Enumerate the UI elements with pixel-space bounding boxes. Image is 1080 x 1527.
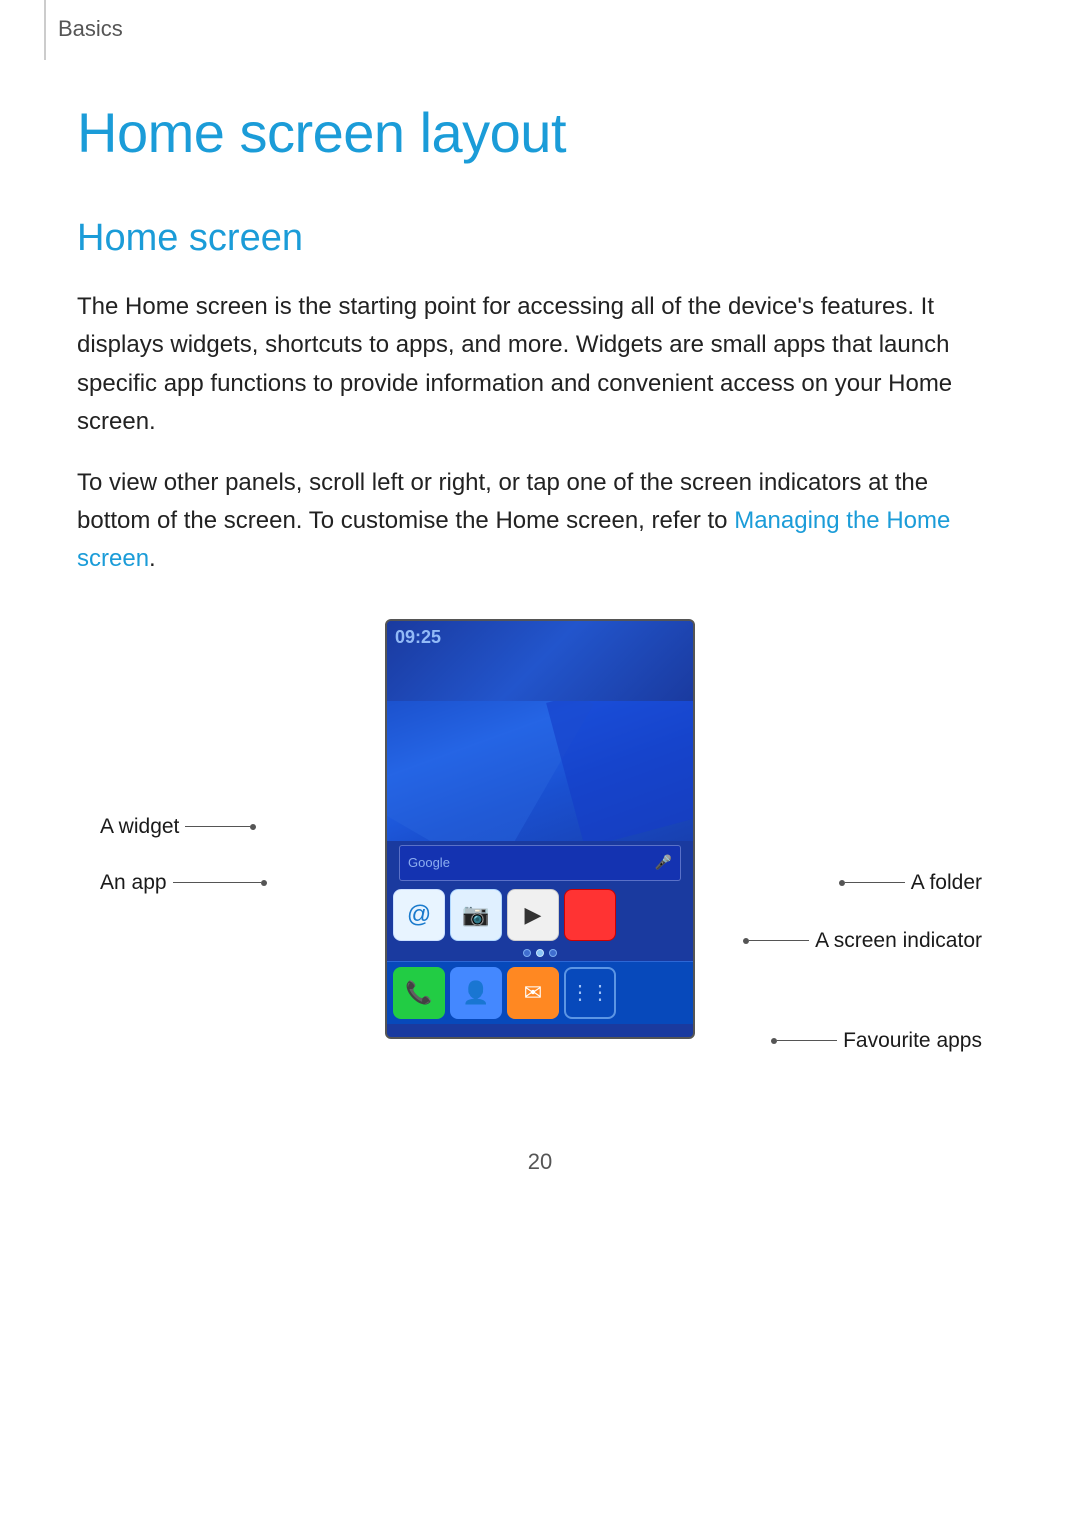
diagram-wrapper: 09:25 Google 🎤 @ — [90, 619, 990, 1089]
app-connector-line — [173, 882, 261, 883]
screen-dot — [549, 949, 557, 957]
page-border — [44, 0, 46, 60]
app-icon-email: @ — [393, 889, 445, 941]
widget-connector-line — [185, 826, 250, 827]
phone-time: 09:25 — [395, 627, 441, 648]
screen-dot-active — [536, 949, 544, 957]
phone-screen: 09:25 Google 🎤 @ — [385, 619, 695, 1039]
google-search-widget: Google 🎤 — [399, 845, 681, 881]
favourite-apps-dock: 📞 👤 ✉ ⋮⋮ — [387, 961, 693, 1024]
mic-icon: 🎤 — [655, 854, 672, 871]
breadcrumb: Basics — [58, 16, 123, 42]
label-app: An app — [100, 871, 267, 895]
screen-indicator-connector-line — [749, 940, 809, 941]
body-paragraph-1: The Home screen is the starting point fo… — [77, 288, 997, 442]
app-connector-dot — [261, 880, 267, 886]
google-text: Google — [408, 855, 450, 870]
diagram-container: 09:25 Google 🎤 @ — [77, 619, 1003, 1089]
label-folder-text: A folder — [911, 871, 982, 895]
fav-icon-contacts: 👤 — [450, 967, 502, 1019]
body-paragraph-2-text-end: . — [149, 545, 156, 572]
label-screen-indicator: A screen indicator — [743, 929, 982, 953]
app-icon-camera: 📷 — [450, 889, 502, 941]
phone-mockup: 09:25 Google 🎤 @ — [385, 619, 695, 1039]
label-favourite-apps: Favourite apps — [771, 1029, 982, 1053]
label-widget-text: A widget — [100, 815, 179, 839]
widget-area: Google 🎤 — [387, 841, 693, 885]
label-widget: A widget — [100, 815, 256, 839]
body-paragraph-2: To view other panels, scroll left or rig… — [77, 464, 997, 579]
folder-connector-line — [845, 882, 905, 883]
label-favourite-apps-text: Favourite apps — [843, 1029, 982, 1053]
label-screen-indicator-text: A screen indicator — [815, 929, 982, 953]
section-title: Home screen — [77, 217, 1003, 260]
screen-indicator-row — [387, 945, 693, 961]
page-number: 20 — [77, 1149, 1003, 1175]
label-app-text: An app — [100, 871, 167, 895]
favourite-apps-connector-line — [777, 1040, 837, 1041]
fav-icon-messages: ✉ — [507, 967, 559, 1019]
fav-icon-phone: 📞 — [393, 967, 445, 1019]
phone-status-bar: 09:25 — [387, 621, 693, 701]
page-title: Home screen layout — [77, 100, 1003, 165]
label-folder: A folder — [839, 871, 982, 895]
fav-icon-apps-grid: ⋮⋮ — [564, 967, 616, 1019]
app-row: @ 📷 ▶ — [387, 885, 693, 945]
app-icon-folder — [564, 889, 616, 941]
screen-dot — [523, 949, 531, 957]
phone-wallpaper — [387, 701, 693, 841]
widget-connector-dot — [250, 824, 256, 830]
app-icon-play: ▶ — [507, 889, 559, 941]
